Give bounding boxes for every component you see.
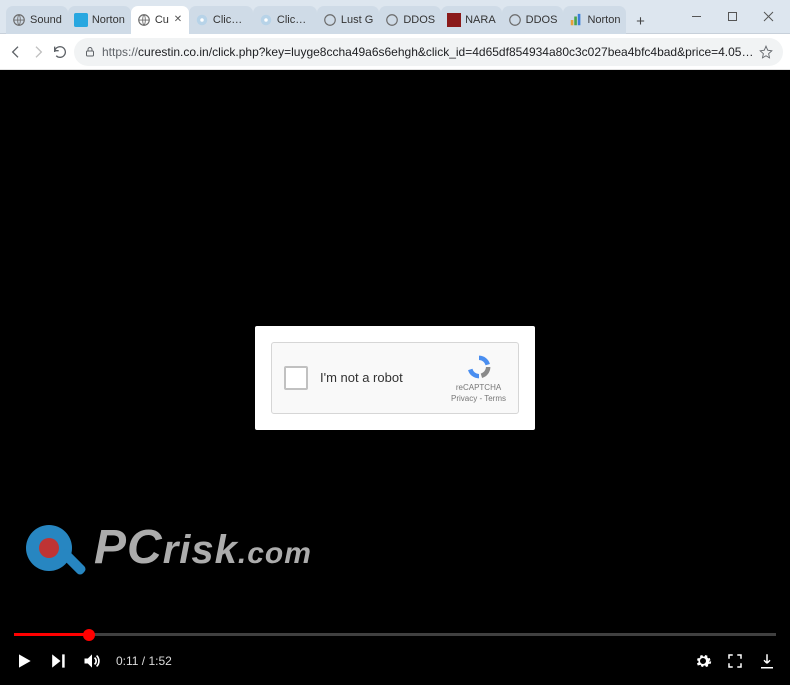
bookmark-star-icon[interactable]: [759, 45, 773, 59]
tab-label: Click &: [277, 14, 311, 26]
tab-ddos1[interactable]: DDOS: [379, 6, 441, 34]
browser-tabs: Sound Norton Cu ✕ Click & Click & Lust G…: [0, 0, 674, 34]
recaptcha-label: I'm not a robot: [320, 370, 439, 385]
shield-icon: [74, 13, 88, 27]
tab-label: Cu: [155, 14, 169, 26]
tab-label: DDOS: [526, 14, 558, 26]
reload-button[interactable]: [52, 38, 68, 66]
progress-scrubber[interactable]: [83, 629, 95, 641]
recaptcha-brand: reCAPTCHA Privacy - Terms: [451, 353, 506, 403]
tab-click1[interactable]: Click &: [189, 6, 253, 34]
tab-label: Norton: [587, 14, 620, 26]
close-icon[interactable]: ✕: [173, 15, 183, 25]
time-total: 1:52: [148, 654, 171, 668]
gear-icon: [195, 13, 209, 27]
download-video-icon[interactable]: [758, 652, 776, 670]
progress-bar[interactable]: [14, 633, 776, 636]
tab-lust[interactable]: Lust G: [317, 6, 379, 34]
settings-gear-icon[interactable]: [694, 652, 712, 670]
tab-label: DDOS: [403, 14, 435, 26]
globe-icon: [385, 13, 399, 27]
page-content: I'm not a robot reCAPTCHA Privacy - Term…: [0, 70, 790, 685]
window-titlebar: Sound Norton Cu ✕ Click & Click & Lust G…: [0, 0, 790, 34]
tab-label: Lust G: [341, 14, 373, 26]
address-url: https://curestin.co.in/click.php?key=luy…: [102, 45, 753, 59]
tab-nara[interactable]: NARA: [441, 6, 502, 34]
recaptcha-widget: I'm not a robot reCAPTCHA Privacy - Term…: [271, 342, 519, 414]
bars-icon: [569, 13, 583, 27]
gear-icon: [259, 13, 273, 27]
address-bar[interactable]: https://curestin.co.in/click.php?key=luy…: [74, 38, 783, 66]
next-button[interactable]: [48, 651, 68, 671]
new-tab-button[interactable]: +: [628, 10, 652, 34]
minimize-button[interactable]: [678, 5, 714, 29]
tab-sound[interactable]: Sound: [6, 6, 68, 34]
back-button[interactable]: [8, 38, 24, 66]
maximize-button[interactable]: [714, 5, 750, 29]
square-icon: [447, 13, 461, 27]
globe-icon: [137, 13, 151, 27]
recaptcha-legal[interactable]: Privacy - Terms: [451, 394, 506, 403]
globe-icon: [508, 13, 522, 27]
tab-label: Norton: [92, 14, 125, 26]
tab-label: Click &: [213, 14, 247, 26]
watermark-logo-icon: [26, 525, 72, 571]
forward-button[interactable]: [30, 38, 46, 66]
time-current: 0:11: [116, 654, 138, 668]
window-controls: [674, 5, 790, 29]
recaptcha-brand-text: reCAPTCHA: [456, 383, 501, 392]
tab-norton2[interactable]: Norton: [563, 6, 626, 34]
tab-norton1[interactable]: Norton: [68, 6, 131, 34]
fullscreen-button[interactable]: [726, 652, 744, 670]
tab-label: NARA: [465, 14, 496, 26]
tab-label: Sound: [30, 14, 62, 26]
recaptcha-icon: [465, 353, 493, 381]
close-window-button[interactable]: [750, 5, 786, 29]
time-display: 0:11 / 1:52: [116, 654, 172, 668]
recaptcha-checkbox[interactable]: [284, 366, 308, 390]
recaptcha-card: I'm not a robot reCAPTCHA Privacy - Term…: [255, 326, 535, 430]
browser-toolbar: https://curestin.co.in/click.php?key=luy…: [0, 34, 790, 70]
watermark-text: PCrisk.com: [94, 520, 312, 575]
tab-ddos2[interactable]: DDOS: [502, 6, 564, 34]
volume-button[interactable]: [82, 651, 102, 671]
tab-curestin[interactable]: Cu ✕: [131, 6, 189, 34]
watermark: PCrisk.com: [26, 520, 312, 575]
video-player-bar: 0:11 / 1:52: [0, 633, 790, 685]
globe-icon: [323, 13, 337, 27]
lock-icon: [84, 46, 96, 58]
play-button[interactable]: [14, 651, 34, 671]
progress-fill: [14, 633, 89, 636]
globe-icon: [12, 13, 26, 27]
tab-click2[interactable]: Click &: [253, 6, 317, 34]
